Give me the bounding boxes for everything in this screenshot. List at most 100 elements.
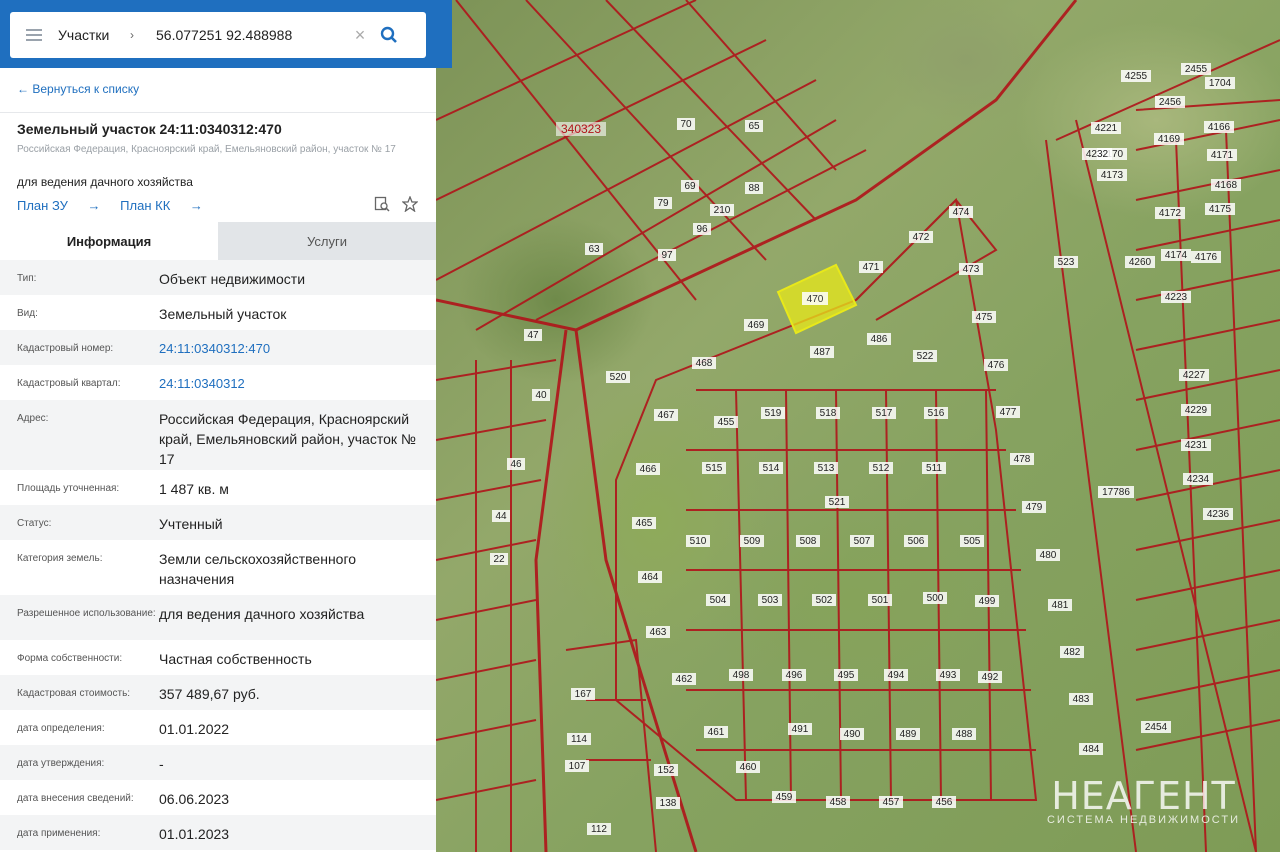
parcel-label[interactable]: 47 [527,330,539,341]
layer-select[interactable]: Участки › [58,27,144,43]
parcel-label[interactable]: 458 [830,797,847,808]
parcel-label[interactable]: 152 [658,765,675,776]
parcel-label[interactable]: 462 [676,674,693,685]
parcel-label[interactable]: 138 [660,798,677,809]
parcel-label[interactable]: 2456 [1159,97,1182,108]
property-value[interactable]: 24:11:0340312:470 [159,330,424,365]
parcel-label[interactable]: 467 [658,410,675,421]
parcel-label[interactable]: 487 [814,347,831,358]
parcel-label[interactable]: 510 [690,536,707,547]
parcel-label[interactable]: 4260 [1129,257,1152,268]
parcel-label[interactable]: 491 [792,724,809,735]
parcel-label[interactable]: 70 [680,119,692,130]
star-icon[interactable] [402,196,418,212]
parcel-label[interactable]: 515 [706,463,723,474]
parcel-label[interactable]: 4255 [1125,71,1148,82]
parcel-label[interactable]: 473 [963,264,980,275]
parcel-label[interactable]: 521 [829,497,846,508]
parcel-label[interactable]: 516 [928,408,945,419]
parcel-label[interactable]: 4168 [1215,180,1238,191]
plan-kk-link[interactable]: План КК → [120,198,203,213]
parcel-label[interactable]: 88 [748,183,760,194]
parcel-label[interactable]: 40 [535,390,547,401]
parcel-label[interactable]: 500 [927,593,944,604]
parcel-label[interactable]: 507 [854,536,871,547]
selected-parcel-label[interactable]: 470 [807,294,824,305]
parcel-label[interactable]: 503 [762,595,779,606]
parcel-label[interactable]: 1704 [1209,78,1232,89]
parcel-label[interactable]: 4223 [1165,292,1188,303]
parcel-label[interactable]: 480 [1040,550,1057,561]
parcel-label[interactable]: 17786 [1102,487,1130,498]
parcel-label[interactable]: 210 [714,205,731,216]
search-input[interactable] [154,26,348,44]
parcel-label[interactable]: 456 [936,797,953,808]
parcel-label[interactable]: 469 [748,320,765,331]
parcel-label[interactable]: 79 [657,198,669,209]
document-search-icon[interactable] [374,196,390,212]
parcel-label[interactable]: 496 [786,670,803,681]
parcel-label[interactable]: 4231 [1185,440,1208,451]
parcel-label[interactable]: 481 [1052,600,1069,611]
parcel-label[interactable]: 461 [708,727,725,738]
tab-services[interactable]: Услуги [218,222,436,260]
clear-icon[interactable]: × [348,25,372,46]
parcel-label[interactable]: 22 [493,554,505,565]
parcel-label[interactable]: 499 [979,596,996,607]
parcel-label[interactable]: 457 [883,797,900,808]
parcel-label[interactable]: 477 [1000,407,1017,418]
parcel-label[interactable]: 4172 [1159,208,1182,219]
parcel-label[interactable]: 466 [640,464,657,475]
parcel-label[interactable]: 479 [1026,502,1043,513]
map-view[interactable]: 470 340323 471 472 473 474 475 476 477 478 479 48… [436,0,1280,852]
parcel-label[interactable]: 4176 [1195,252,1218,263]
parcel-label[interactable]: 498 [733,670,750,681]
tab-info[interactable]: Информация [0,222,218,260]
parcel-label[interactable]: 511 [926,463,942,474]
parcel-label[interactable]: 484 [1083,744,1100,755]
parcel-label[interactable]: 522 [917,351,934,362]
parcel-label[interactable]: 490 [844,729,861,740]
parcel-label[interactable]: 464 [642,572,659,583]
parcel-label[interactable]: 520 [610,372,627,383]
parcel-label[interactable]: 459 [776,792,793,803]
parcel-label[interactable]: 4232 [1086,149,1109,160]
parcel-label[interactable]: 501 [872,595,889,606]
menu-icon[interactable] [10,26,58,44]
parcel-label[interactable]: 4234 [1187,474,1210,485]
parcel-label[interactable]: 476 [988,360,1005,371]
parcel-label[interactable]: 4171 [1211,150,1234,161]
parcel-label[interactable]: 114 [571,734,587,745]
parcel-label[interactable]: 112 [591,824,607,835]
parcel-label[interactable]: 483 [1073,694,1090,705]
parcel-label[interactable]: 495 [838,670,855,681]
parcel-label[interactable]: 468 [696,358,713,369]
parcel-label[interactable]: 44 [495,511,507,522]
parcel-label[interactable]: 482 [1064,647,1081,658]
parcel-label[interactable]: 494 [888,670,905,681]
parcel-label[interactable]: 4169 [1158,134,1181,145]
parcel-label[interactable]: 523 [1058,257,1075,268]
parcel-label[interactable]: 96 [696,224,708,235]
parcel-label[interactable]: 478 [1014,454,1031,465]
parcel-label[interactable]: 4227 [1183,370,1206,381]
parcel-label[interactable]: 512 [873,463,890,474]
parcel-label[interactable]: 486 [871,334,888,345]
parcel-label[interactable]: 4221 [1095,123,1118,134]
parcel-label[interactable]: 505 [964,536,981,547]
parcel-label[interactable]: 471 [863,262,880,273]
parcel-label[interactable]: 2455 [1185,64,1208,75]
parcel-label[interactable]: 4173 [1101,170,1124,181]
parcel-label[interactable]: 4175 [1209,204,1232,215]
parcel-label[interactable]: 506 [908,536,925,547]
parcel-label[interactable]: 465 [636,518,653,529]
parcel-label[interactable]: 63 [588,244,600,255]
parcel-label[interactable]: 509 [744,536,761,547]
property-value[interactable]: 24:11:0340312 [159,365,424,400]
parcel-label[interactable]: 2454 [1145,722,1168,733]
parcel-label[interactable]: 492 [982,672,999,683]
parcel-label[interactable]: 65 [748,121,760,132]
parcel-label[interactable]: 4166 [1208,122,1231,133]
parcel-label[interactable]: 4229 [1185,405,1208,416]
parcel-label[interactable]: 504 [710,595,727,606]
